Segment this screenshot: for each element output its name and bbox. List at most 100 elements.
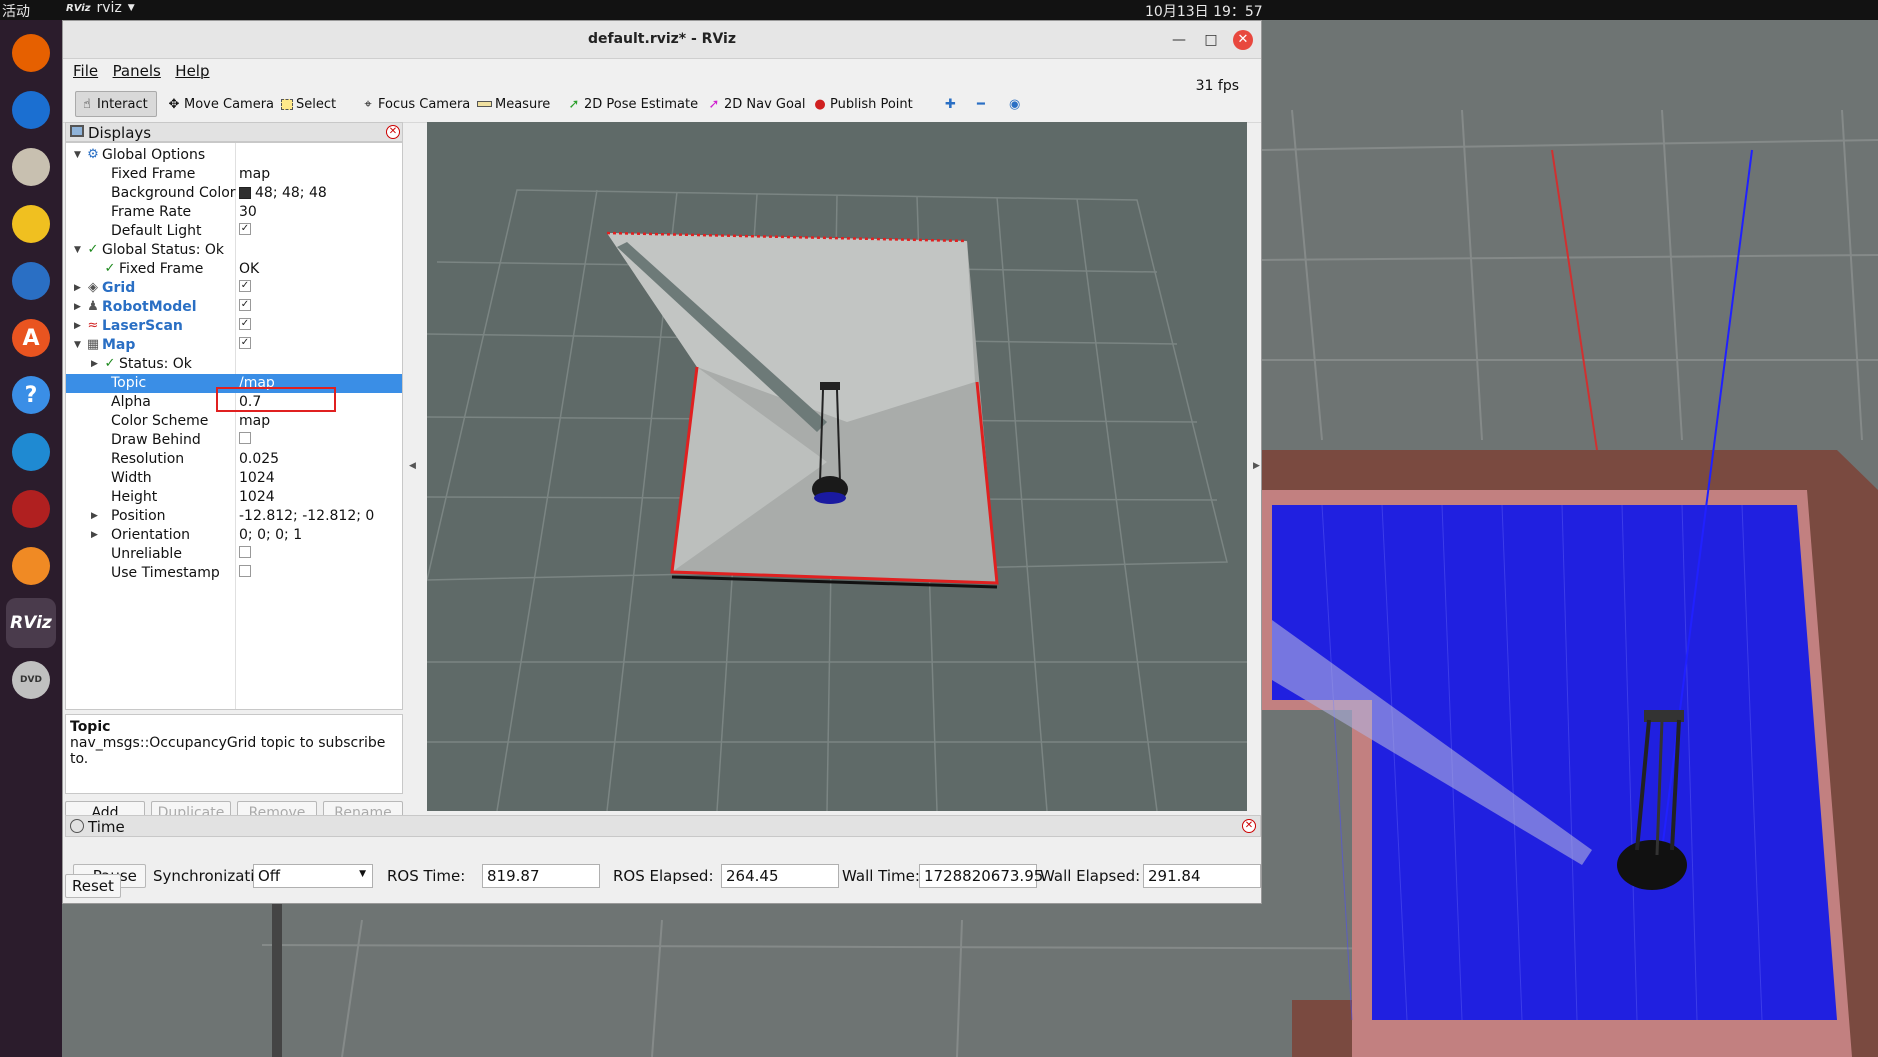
- checkbox[interactable]: ✓: [239, 223, 251, 235]
- expand-arrow-icon[interactable]: ▼: [74, 146, 84, 165]
- select-tool[interactable]: Select: [277, 91, 340, 117]
- thunderbird-icon[interactable]: [6, 85, 56, 135]
- display-row[interactable]: ▶ ◈ Grid ✓: [66, 279, 402, 298]
- display-row[interactable]: Color Scheme map: [66, 412, 402, 431]
- firefox-icon[interactable]: [6, 28, 56, 78]
- terminal-icon[interactable]: [6, 484, 56, 534]
- display-row[interactable]: ✓ Fixed Frame OK: [66, 260, 402, 279]
- pose-estimate-tool[interactable]: ➚ 2D Pose Estimate: [563, 91, 702, 117]
- display-row-value[interactable]: 48; 48; 48: [239, 185, 327, 201]
- nav-goal-tool[interactable]: ➚ 2D Nav Goal: [703, 91, 810, 117]
- help-icon[interactable]: ?: [6, 370, 56, 420]
- display-row-value[interactable]: ✓: [239, 280, 251, 292]
- checkbox[interactable]: [239, 546, 251, 558]
- collapse-arrow-icon[interactable]: ▶: [74, 298, 84, 317]
- ros-time-field[interactable]: 819.87: [482, 864, 600, 888]
- checkbox[interactable]: ✓: [239, 337, 251, 349]
- ros-elapsed-field[interactable]: 264.45: [721, 864, 839, 888]
- display-row-value[interactable]: [239, 432, 251, 444]
- minimize-button[interactable]: —: [1169, 30, 1189, 50]
- measure-tool[interactable]: Measure: [473, 91, 554, 117]
- display-row[interactable]: Background Color 48; 48; 48: [66, 184, 402, 203]
- display-row-value[interactable]: 0.025: [239, 451, 279, 467]
- vscode-icon[interactable]: [6, 427, 56, 477]
- display-row[interactable]: Draw Behind: [66, 431, 402, 450]
- display-row-value[interactable]: ✓: [239, 223, 251, 235]
- display-row[interactable]: Resolution 0.025: [66, 450, 402, 469]
- sublime-icon[interactable]: [6, 541, 56, 591]
- checkbox[interactable]: ✓: [239, 299, 251, 311]
- display-row-value[interactable]: [239, 546, 251, 558]
- display-row[interactable]: Unreliable: [66, 545, 402, 564]
- display-row[interactable]: Fixed Frame map: [66, 165, 402, 184]
- close-button[interactable]: ✕: [1233, 30, 1253, 50]
- display-row-value[interactable]: ✓: [239, 299, 251, 311]
- display-row[interactable]: ▼ ✓ Global Status: Ok: [66, 241, 402, 260]
- checkbox[interactable]: [239, 565, 251, 577]
- display-row-value[interactable]: ✓: [239, 318, 251, 330]
- software-icon[interactable]: A: [6, 313, 56, 363]
- display-row[interactable]: ▶ Orientation 0; 0; 0; 1: [66, 526, 402, 545]
- display-row-value[interactable]: map: [239, 413, 270, 429]
- collapse-arrow-icon[interactable]: ▶: [74, 317, 84, 336]
- collapse-right-icon[interactable]: ▶: [1253, 461, 1260, 471]
- display-row-value[interactable]: 30: [239, 204, 257, 220]
- display-row[interactable]: Width 1024: [66, 469, 402, 488]
- displays-panel-close-button[interactable]: ✕: [386, 125, 400, 139]
- menu-file[interactable]: File: [73, 62, 98, 80]
- display-row-value[interactable]: ✓: [239, 337, 251, 349]
- reset-button[interactable]: Reset: [65, 874, 121, 898]
- display-row[interactable]: ▼ ⚙ Global Options: [66, 146, 402, 165]
- add-tool-button[interactable]: ✚: [941, 91, 960, 117]
- display-row-value[interactable]: -12.812; -12.812; 0: [239, 508, 374, 524]
- display-row[interactable]: Frame Rate 30: [66, 203, 402, 222]
- view-tool-button[interactable]: ◉: [1005, 91, 1024, 117]
- expand-arrow-icon[interactable]: ▼: [74, 336, 84, 355]
- rviz-icon[interactable]: RViz: [6, 598, 56, 648]
- display-row-value[interactable]: [239, 565, 251, 577]
- display-row-value[interactable]: OK: [239, 261, 259, 277]
- display-row-value[interactable]: 1024: [239, 470, 275, 486]
- render-viewport[interactable]: [427, 122, 1247, 811]
- wall-time-field[interactable]: 1728820673.95: [919, 864, 1043, 888]
- time-panel-close-button[interactable]: ✕: [1242, 819, 1256, 833]
- display-row-value[interactable]: map: [239, 166, 270, 182]
- display-row[interactable]: Default Light ✓: [66, 222, 402, 241]
- display-row-value[interactable]: 1024: [239, 489, 275, 505]
- display-row[interactable]: Use Timestamp: [66, 564, 402, 583]
- checkbox[interactable]: ✓: [239, 318, 251, 330]
- display-row[interactable]: ▶ ♟ RobotModel ✓: [66, 298, 402, 317]
- display-row[interactable]: ▶ ✓ Status: Ok: [66, 355, 402, 374]
- checkbox[interactable]: ✓: [239, 280, 251, 292]
- expand-arrow-icon[interactable]: ▼: [74, 241, 84, 260]
- checkbox[interactable]: [239, 432, 251, 444]
- sync-select[interactable]: Off ▼: [253, 864, 373, 888]
- dvd-icon[interactable]: DVD: [6, 655, 56, 705]
- files-icon[interactable]: [6, 142, 56, 192]
- display-row-value[interactable]: 0; 0; 0; 1: [239, 527, 302, 543]
- activities-button[interactable]: 活动: [2, 1, 30, 21]
- collapse-arrow-icon[interactable]: ▶: [91, 355, 101, 374]
- display-row[interactable]: ▶ Position -12.812; -12.812; 0: [66, 507, 402, 526]
- maximize-button[interactable]: □: [1201, 30, 1221, 50]
- clock[interactable]: 10月13日 19：57: [1145, 1, 1263, 21]
- display-row[interactable]: Height 1024: [66, 488, 402, 507]
- collapse-arrow-icon[interactable]: ▶: [74, 279, 84, 298]
- collapse-left-icon[interactable]: ◀: [409, 461, 416, 471]
- wall-elapsed-field[interactable]: 291.84: [1143, 864, 1261, 888]
- rhythmbox-icon[interactable]: [6, 199, 56, 249]
- move-camera-tool[interactable]: ✥ Move Camera: [163, 91, 278, 117]
- menu-panels[interactable]: Panels: [113, 62, 161, 80]
- display-row[interactable]: ▶ ≈ LaserScan ✓: [66, 317, 402, 336]
- color-swatch[interactable]: [239, 187, 251, 199]
- interact-tool[interactable]: ☝ Interact: [75, 91, 157, 117]
- writer-icon[interactable]: [6, 256, 56, 306]
- collapse-arrow-icon[interactable]: ▶: [91, 507, 101, 526]
- display-row[interactable]: ▼ ▦ Map ✓: [66, 336, 402, 355]
- publish-point-tool[interactable]: ● Publish Point: [809, 91, 917, 117]
- collapse-arrow-icon[interactable]: ▶: [91, 526, 101, 545]
- remove-tool-button[interactable]: ━: [973, 91, 989, 117]
- title-bar[interactable]: default.rviz* - RViz — □ ✕: [63, 21, 1261, 59]
- app-menu[interactable]: RViz rviz ▼: [66, 0, 135, 16]
- menu-help[interactable]: Help: [175, 62, 209, 80]
